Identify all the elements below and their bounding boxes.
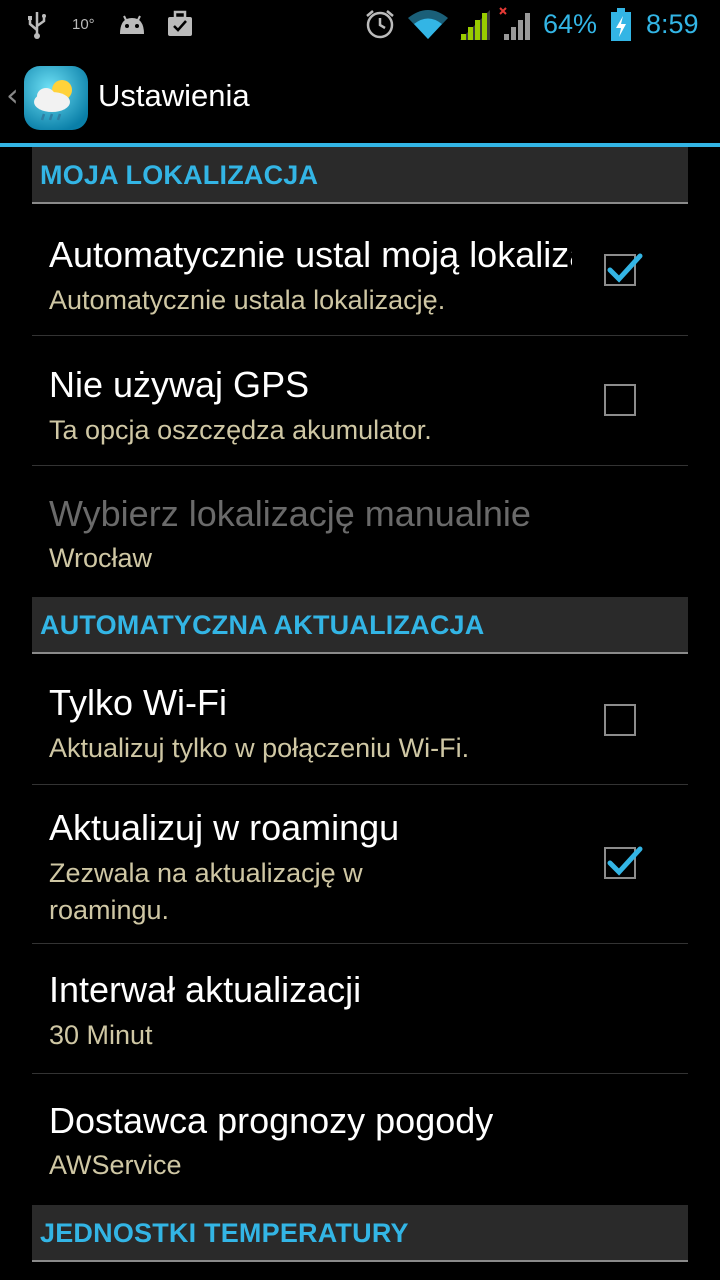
section-header-temperature-units: JEDNOSTKI TEMPERATURY	[32, 1205, 688, 1262]
pref-summary: Wrocław	[49, 543, 153, 573]
pref-summary-line1: Zezwala na aktualizację w	[49, 858, 363, 888]
checkmark-icon	[607, 846, 643, 876]
section-header-location: MOJA LOKALIZACJA	[32, 147, 688, 204]
pref-weather-provider[interactable]: Dostawca prognozy pogody AWService	[32, 1074, 688, 1205]
battery-percent: 64%	[543, 9, 598, 39]
pref-title: Tylko Wi-Fi	[49, 682, 227, 723]
pref-summary: 30 Minut	[49, 1020, 153, 1050]
status-bar: 10° 64% 8:59	[0, 0, 720, 50]
section-header-label: JEDNOSTKI TEMPERATURY	[40, 1218, 409, 1248]
pref-title: Aktualizuj w roamingu	[49, 807, 400, 848]
pref-title: Interwał aktualizacji	[49, 969, 362, 1010]
pref-summary: AWService	[49, 1150, 182, 1180]
wifi-icon	[408, 10, 448, 39]
status-time: 8:59	[646, 9, 699, 39]
auto-location-checkbox[interactable]	[604, 253, 643, 286]
pref-update-interval[interactable]: Interwał aktualizacji 30 Minut	[32, 944, 688, 1074]
pref-auto-location[interactable]: Automatycznie ustal moją lokalizację Aut…	[32, 204, 688, 336]
action-bar: ‹ Ustawienia	[0, 50, 720, 145]
no-gps-checkbox[interactable]	[604, 384, 636, 416]
chevron-left-icon[interactable]: ‹	[6, 76, 19, 114]
android-icon	[120, 15, 144, 34]
section-header-label: MOJA LOKALIZACJA	[40, 160, 319, 190]
pref-summary-line2: roamingu.	[49, 895, 170, 925]
pref-summary: Automatycznie ustala lokalizację.	[49, 285, 446, 315]
pref-title: Dostawca prognozy pogody	[49, 1100, 494, 1141]
status-temperature: 10°	[72, 16, 95, 33]
briefcase-icon	[168, 10, 192, 36]
pref-roaming[interactable]: Aktualizuj w roamingu Zezwala na aktuali…	[32, 785, 688, 944]
signal-no-data-icon	[499, 7, 530, 40]
pref-title: Wybierz lokalizację manualnie	[49, 493, 531, 534]
roaming-checkbox[interactable]	[604, 846, 643, 879]
pref-summary: Ta opcja oszczędza akumulator.	[49, 415, 432, 445]
pref-title: Automatycznie ustal moją lokalizację	[49, 234, 572, 275]
weather-app-icon[interactable]	[22, 64, 90, 132]
alarm-icon	[366, 10, 394, 39]
section-header-auto-update: AUTOMATYCZNA AKTUALIZACJA	[32, 597, 688, 654]
wifi-only-checkbox[interactable]	[604, 704, 636, 736]
signal-icon	[460, 10, 490, 40]
pref-no-gps[interactable]: Nie używaj GPS Ta opcja oszczędza akumul…	[32, 336, 688, 466]
section-header-label: AUTOMATYCZNA AKTUALIZACJA	[40, 610, 485, 640]
page-title: Ustawienia	[98, 78, 250, 113]
battery-charging-icon	[611, 8, 631, 41]
usb-icon	[28, 12, 46, 39]
checkmark-icon	[607, 253, 643, 283]
pref-title: Nie używaj GPS	[49, 364, 310, 405]
pref-wifi-only[interactable]: Tylko Wi-Fi Aktualizuj tylko w połączeni…	[32, 654, 688, 785]
pref-manual-location: Wybierz lokalizację manualnie Wrocław	[32, 466, 688, 597]
pref-summary: Aktualizuj tylko w połączeniu Wi-Fi.	[49, 733, 470, 763]
